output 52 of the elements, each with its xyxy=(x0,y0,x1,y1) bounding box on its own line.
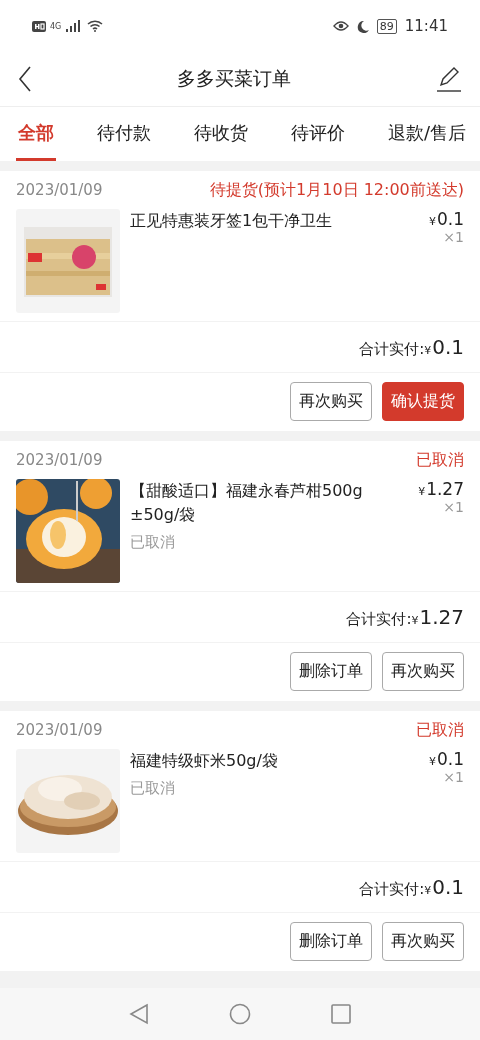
network-type: 4G xyxy=(50,21,62,31)
item-price: 0.1 xyxy=(436,749,464,769)
currency-sign: ¥ xyxy=(428,215,436,228)
product-name: 【甜酸适口】福建永春芦柑500g ±50g/袋 xyxy=(130,480,364,526)
item-price: 0.1 xyxy=(436,209,464,229)
order-date: 2023/01/09 xyxy=(16,721,103,739)
edit-button[interactable] xyxy=(434,64,464,94)
page-title: 多多买菜订单 xyxy=(177,66,291,91)
order-status: 待提货(预计1月10日 12:00前送达) xyxy=(209,179,464,201)
total-label: 合计实付: xyxy=(359,339,425,360)
currency-sign: ¥ xyxy=(424,343,432,359)
tab[interactable]: 全部 xyxy=(16,107,56,161)
order-date: 2023/01/09 xyxy=(16,451,103,469)
battery-level: 89 xyxy=(376,18,397,34)
currency-sign: ¥ xyxy=(418,485,426,498)
currency-sign: ¥ xyxy=(424,883,432,899)
total-label: 合计实付: xyxy=(359,879,425,900)
eye-icon xyxy=(332,20,349,32)
tab[interactable]: 待付款 xyxy=(94,107,153,161)
product-name: 福建特级虾米50g/袋 xyxy=(130,750,279,772)
home-nav-icon[interactable] xyxy=(229,1003,251,1025)
currency-sign: ¥ xyxy=(428,755,436,768)
total-amount: 1.27 xyxy=(419,604,464,631)
action-button[interactable]: 再次购买 xyxy=(290,382,372,421)
confirm-button[interactable]: 确认提货 xyxy=(382,382,464,421)
back-nav-icon[interactable] xyxy=(129,1003,149,1025)
total-label: 合计实付: xyxy=(346,609,412,630)
currency-sign: ¥ xyxy=(411,613,419,629)
item-quantity: ×1 xyxy=(443,769,464,785)
product-name: 正见特惠装牙签1包干净卫生 xyxy=(130,210,334,232)
action-button[interactable]: 再次购买 xyxy=(382,652,464,691)
moon-icon xyxy=(356,19,369,33)
tab[interactable]: 待评价 xyxy=(288,107,347,161)
wifi-icon xyxy=(87,20,104,32)
clock-time: 11:41 xyxy=(404,17,448,35)
tab[interactable]: 退款/售后 xyxy=(385,107,468,161)
recents-nav-icon[interactable] xyxy=(331,1004,351,1024)
item-price: 1.27 xyxy=(426,479,464,499)
item-status: 已取消 xyxy=(130,779,176,798)
action-button[interactable]: 删除订单 xyxy=(290,652,372,691)
tab[interactable]: 待收货 xyxy=(191,107,250,161)
total-amount: 0.1 xyxy=(432,334,464,361)
total-amount: 0.1 xyxy=(432,874,464,901)
action-button[interactable]: 再次购买 xyxy=(382,922,464,961)
order-date: 2023/01/09 xyxy=(16,181,103,199)
order-status: 已取消 xyxy=(416,719,464,741)
hd-icon xyxy=(32,20,46,32)
item-quantity: ×1 xyxy=(443,499,464,515)
order-status: 已取消 xyxy=(416,449,464,471)
item-status: 已取消 xyxy=(130,533,176,552)
action-button[interactable]: 删除订单 xyxy=(290,922,372,961)
item-quantity: ×1 xyxy=(443,229,464,245)
